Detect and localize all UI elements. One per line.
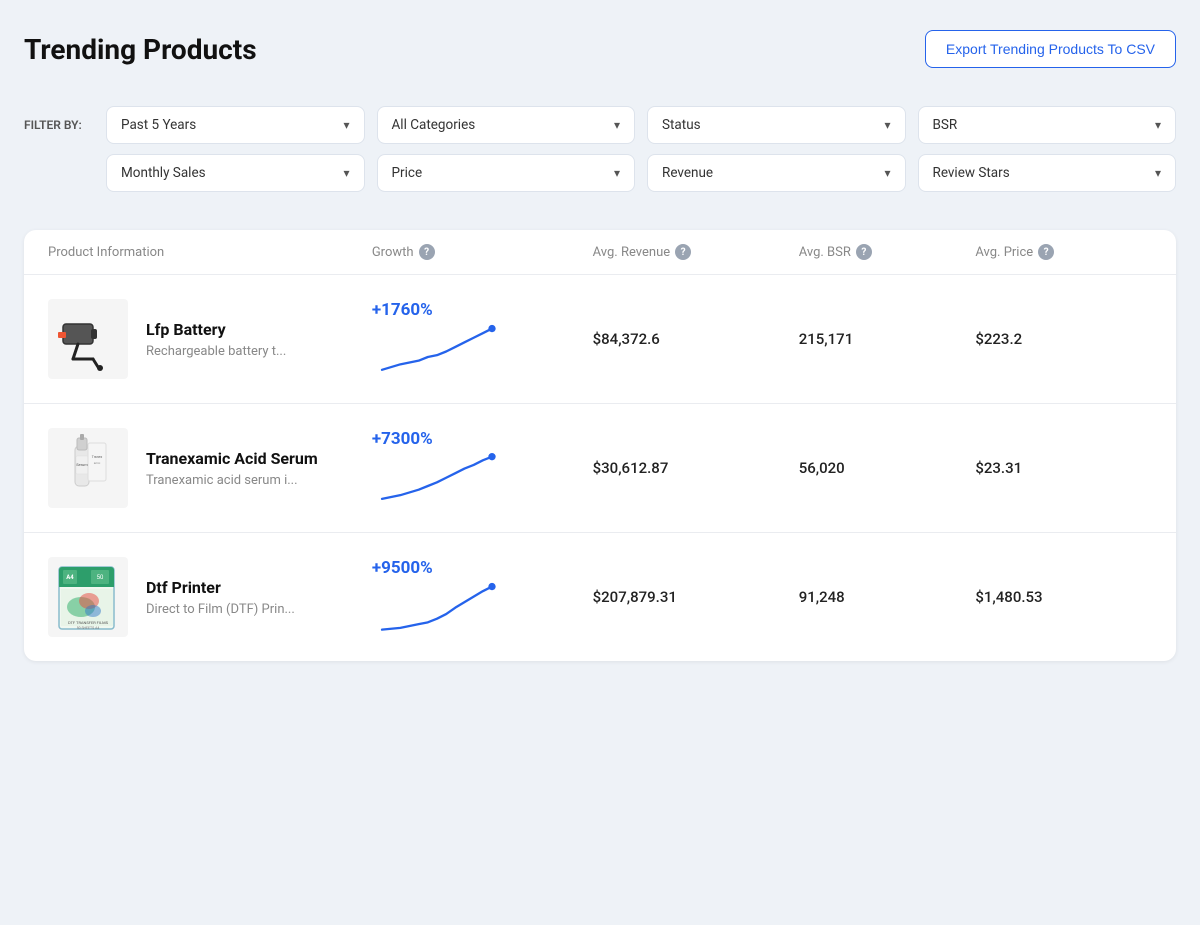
product-info-printer: A4 50 DTF TRANSFER FILMS 50 SHEETS A4 [48, 557, 372, 637]
growth-cell-printer: +9500% [372, 558, 593, 637]
avg-price-serum: $23.31 [975, 459, 1152, 477]
products-table: Product Information Growth ? Avg. Revenu… [24, 230, 1176, 661]
th-avg-bsr: Avg. BSR ? [799, 244, 976, 260]
page-header: Trending Products Export Trending Produc… [24, 30, 1176, 68]
product-info-serum: Serum Tranex amic Tranexamic Acid Serum … [48, 428, 372, 508]
avg-price-lfp: $223.2 [975, 330, 1152, 348]
product-image-lfp [48, 299, 128, 379]
filter-dropdowns-row1: Past 5 Years ▾ All Categories ▾ Status ▾… [106, 106, 1176, 144]
th-avg-bsr-label: Avg. BSR [799, 245, 851, 260]
growth-value-serum: +7300% [372, 429, 433, 449]
filter-categories-label: All Categories [392, 117, 476, 133]
filter-revenue[interactable]: Revenue ▾ [647, 154, 906, 192]
svg-text:Tranex: Tranex [92, 455, 103, 459]
chevron-down-icon: ▾ [884, 166, 890, 180]
avg-revenue-lfp: $84,372.6 [593, 330, 799, 348]
growth-value-lfp: +1760% [372, 300, 433, 320]
table-row: A4 50 DTF TRANSFER FILMS 50 SHEETS A4 [24, 533, 1176, 661]
avg-price-help-icon[interactable]: ? [1038, 244, 1054, 260]
filter-price-label: Price [392, 165, 423, 181]
product-name-serum: Tranexamic Acid Serum [146, 449, 318, 468]
filter-review-stars[interactable]: Review Stars ▾ [918, 154, 1177, 192]
th-avg-revenue-label: Avg. Revenue [593, 245, 671, 260]
table-header: Product Information Growth ? Avg. Revenu… [24, 230, 1176, 275]
growth-chart-serum [372, 453, 502, 508]
avg-bsr-lfp: 215,171 [799, 330, 976, 348]
product-desc-lfp: Rechargeable battery t... [146, 344, 286, 359]
avg-bsr-printer: 91,248 [799, 588, 976, 606]
export-button[interactable]: Export Trending Products To CSV [925, 30, 1176, 68]
product-text-lfp: Lfp Battery Rechargeable battery t... [146, 320, 286, 359]
filter-time[interactable]: Past 5 Years ▾ [106, 106, 365, 144]
svg-text:50: 50 [96, 574, 103, 581]
svg-text:A4: A4 [66, 574, 74, 581]
product-name-lfp: Lfp Battery [146, 320, 286, 339]
filter-revenue-label: Revenue [662, 165, 713, 181]
th-avg-price-label: Avg. Price [975, 245, 1033, 260]
th-growth: Growth ? [372, 244, 593, 260]
filter-monthly-sales-label: Monthly Sales [121, 165, 206, 181]
product-text-printer: Dtf Printer Direct to Film (DTF) Prin... [146, 578, 295, 617]
filter-status-label: Status [662, 117, 701, 133]
filter-review-stars-label: Review Stars [933, 165, 1010, 181]
chevron-down-icon: ▾ [884, 118, 890, 132]
growth-cell-lfp: +1760% [372, 300, 593, 379]
svg-text:amic: amic [94, 461, 101, 465]
growth-help-icon[interactable]: ? [419, 244, 435, 260]
avg-bsr-help-icon[interactable]: ? [856, 244, 872, 260]
filter-price[interactable]: Price ▾ [377, 154, 636, 192]
product-desc-serum: Tranexamic acid serum i... [146, 473, 318, 488]
filter-monthly-sales[interactable]: Monthly Sales ▾ [106, 154, 365, 192]
filter-bsr-label: BSR [933, 117, 958, 133]
avg-bsr-serum: 56,020 [799, 459, 976, 477]
product-image-serum: Serum Tranex amic [48, 428, 128, 508]
avg-revenue-serum: $30,612.87 [593, 459, 799, 477]
filter-row-2: Monthly Sales ▾ Price ▾ Revenue ▾ Review… [106, 154, 1176, 192]
table-row: Serum Tranex amic Tranexamic Acid Serum … [24, 404, 1176, 533]
table-row: Lfp Battery Rechargeable battery t... +1… [24, 275, 1176, 404]
product-image-printer: A4 50 DTF TRANSFER FILMS 50 SHEETS A4 [48, 557, 128, 637]
chevron-down-icon: ▾ [343, 166, 349, 180]
filter-time-label: Past 5 Years [121, 117, 196, 133]
filter-label: FILTER BY: [24, 118, 94, 132]
filter-bsr[interactable]: BSR ▾ [918, 106, 1177, 144]
svg-text:DTF TRANSFER FILMS: DTF TRANSFER FILMS [67, 620, 108, 625]
chevron-down-icon: ▾ [1155, 166, 1161, 180]
growth-value-printer: +9500% [372, 558, 433, 578]
page-container: Trending Products Export Trending Produc… [0, 0, 1200, 691]
filter-categories[interactable]: All Categories ▾ [377, 106, 636, 144]
avg-revenue-printer: $207,879.31 [593, 588, 799, 606]
product-name-printer: Dtf Printer [146, 578, 295, 597]
filters-section: FILTER BY: Past 5 Years ▾ All Categories… [24, 96, 1176, 212]
filter-row-1: FILTER BY: Past 5 Years ▾ All Categories… [24, 106, 1176, 144]
svg-text:Serum: Serum [76, 462, 88, 467]
chevron-down-icon: ▾ [614, 118, 620, 132]
chevron-down-icon: ▾ [343, 118, 349, 132]
th-avg-price: Avg. Price ? [975, 244, 1152, 260]
chevron-down-icon: ▾ [1155, 118, 1161, 132]
page-title: Trending Products [24, 33, 257, 66]
product-desc-printer: Direct to Film (DTF) Prin... [146, 602, 295, 617]
th-product-label: Product Information [48, 245, 164, 260]
growth-chart-lfp [372, 324, 502, 379]
avg-revenue-help-icon[interactable]: ? [675, 244, 691, 260]
svg-text:50 SHEETS A4: 50 SHEETS A4 [76, 626, 99, 630]
product-text-serum: Tranexamic Acid Serum Tranexamic acid se… [146, 449, 318, 488]
th-avg-revenue: Avg. Revenue ? [593, 244, 799, 260]
growth-cell-serum: +7300% [372, 429, 593, 508]
product-info-lfp: Lfp Battery Rechargeable battery t... [48, 299, 372, 379]
chevron-down-icon: ▾ [614, 166, 620, 180]
avg-price-printer: $1,480.53 [975, 588, 1152, 606]
filter-status[interactable]: Status ▾ [647, 106, 906, 144]
growth-chart-printer [372, 582, 502, 637]
th-product: Product Information [48, 244, 372, 260]
th-growth-label: Growth [372, 245, 414, 260]
